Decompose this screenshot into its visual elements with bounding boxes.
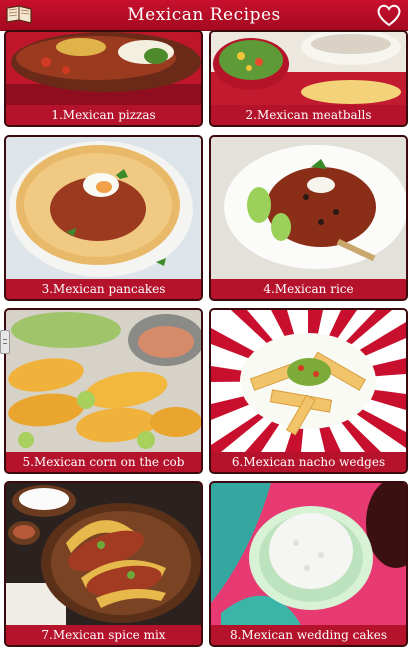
page-title: Mexican Recipes xyxy=(127,5,281,25)
recipe-photo xyxy=(211,483,406,625)
recipe-card[interactable]: 8.Mexican wedding cakes xyxy=(209,481,408,647)
recipe-title: 8.Mexican wedding cakes xyxy=(211,625,406,645)
recipe-title: 1.Mexican pizzas xyxy=(6,105,201,125)
recipe-photo xyxy=(211,32,406,105)
recipe-card[interactable]: 3.Mexican pancakes xyxy=(4,135,203,301)
recipe-card[interactable]: 7.Mexican spice mix xyxy=(4,481,203,647)
recipe-photo xyxy=(6,483,201,625)
recipe-title: 7.Mexican spice mix xyxy=(6,625,201,645)
recipe-card[interactable]: 2.Mexican meatballs xyxy=(209,30,408,127)
heart-icon[interactable] xyxy=(376,3,402,27)
recipe-photo xyxy=(211,310,406,452)
recipe-photo xyxy=(211,137,406,279)
scroll-handle[interactable] xyxy=(0,330,10,354)
recipe-title: 5.Mexican corn on the cob xyxy=(6,452,201,472)
recipe-card[interactable]: 4.Mexican rice xyxy=(209,135,408,301)
recipe-card[interactable]: 6.Mexican nacho wedges xyxy=(209,308,408,474)
recipe-card[interactable]: 5.Mexican corn on the cob xyxy=(4,308,203,474)
top-bar: Mexican Recipes xyxy=(0,0,408,31)
recipe-photo xyxy=(6,310,201,452)
recipe-grid: 1.Mexican pizzas 2.Mexican meatballs 3.M… xyxy=(0,30,408,648)
recipe-photo xyxy=(6,32,201,105)
recipe-card[interactable]: 1.Mexican pizzas xyxy=(4,30,203,127)
recipe-title: 6.Mexican nacho wedges xyxy=(211,452,406,472)
recipe-title: 4.Mexican rice xyxy=(211,279,406,299)
recipe-title: 3.Mexican pancakes xyxy=(6,279,201,299)
recipe-photo xyxy=(6,137,201,279)
recipe-title: 2.Mexican meatballs xyxy=(211,105,406,125)
